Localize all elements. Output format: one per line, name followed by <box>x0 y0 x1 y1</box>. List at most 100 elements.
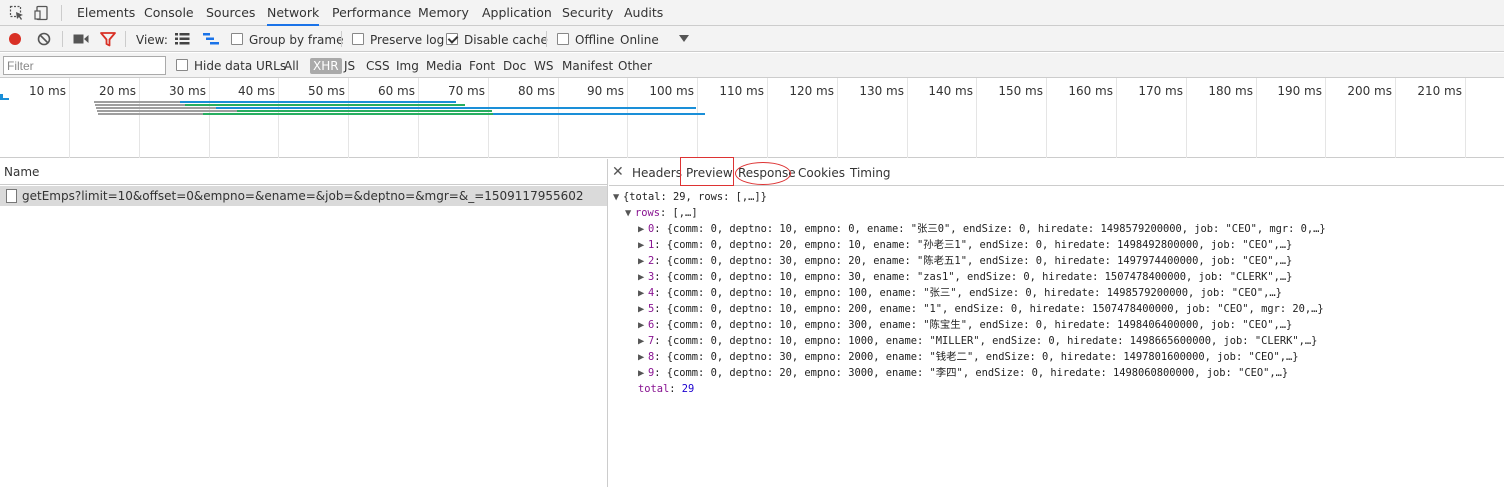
json-row-node[interactable]: ▶ 0: {comm: 0, deptno: 10, empno: 0, enam… <box>638 221 1326 237</box>
collapsed-triangle-icon: ▶ <box>638 303 645 315</box>
timeline-gridline <box>837 78 838 158</box>
json-row-node[interactable]: ▶ 4: {comm: 0, deptno: 10, empno: 100, en… <box>638 285 1282 301</box>
tab-memory[interactable]: Memory <box>418 0 469 26</box>
name-column-header[interactable]: Name <box>0 159 607 185</box>
row-value: {comm: 0, deptno: 10, empno: 1000, ename… <box>666 335 1318 347</box>
timeline-tick-label: 130 ms <box>859 84 904 98</box>
row-colon: : <box>654 271 667 283</box>
timeline-bar <box>96 107 216 109</box>
filter-input[interactable] <box>3 56 166 75</box>
tabbar-separator <box>61 5 62 21</box>
filter-type-media[interactable]: Media <box>426 58 462 74</box>
toolbar-separator <box>125 31 126 47</box>
disable-cache-checkbox[interactable] <box>446 33 458 45</box>
total-key: total <box>638 383 670 395</box>
row-colon: : <box>654 367 667 379</box>
filter-type-all[interactable]: All <box>284 58 299 74</box>
filter-type-js[interactable]: JS <box>344 58 355 74</box>
timeline-tick-label: 140 ms <box>928 84 973 98</box>
request-detail-panel: ✕ Headers Preview Response Cookies Timing ▼{… <box>609 157 1504 487</box>
filter-type-xhr[interactable]: XHR <box>310 58 342 74</box>
timeline-gridline <box>69 78 70 158</box>
expanded-triangle-icon: ▼ <box>613 191 620 203</box>
view-label: View: <box>136 33 168 47</box>
tab-security[interactable]: Security <box>562 0 613 26</box>
row-colon: : <box>654 351 667 363</box>
timeline-bar <box>0 98 9 100</box>
timeline-gridline <box>976 78 977 158</box>
tab-sources[interactable]: Sources <box>206 0 255 26</box>
timeline-bar <box>493 113 705 115</box>
tab-application[interactable]: Application <box>482 0 552 26</box>
camera-icon[interactable] <box>73 33 89 45</box>
filter-type-other[interactable]: Other <box>618 58 652 74</box>
timeline-bar <box>237 110 492 112</box>
group-by-frame-label: Group by frame <box>249 33 344 47</box>
filter-icon[interactable] <box>100 32 116 47</box>
json-row-node[interactable]: ▶ 8: {comm: 0, deptno: 30, empno: 2000, e… <box>638 349 1299 365</box>
timeline-gridline <box>1465 78 1466 158</box>
filter-type-ws[interactable]: WS <box>534 58 553 74</box>
tab-elements[interactable]: Elements <box>77 0 135 26</box>
json-row-node[interactable]: ▶ 6: {comm: 0, deptno: 10, empno: 300, en… <box>638 317 1292 333</box>
detail-tabbar: ✕ Headers Preview Response Cookies Timing <box>609 157 1504 186</box>
detail-tab-cookies[interactable]: Cookies <box>798 159 845 186</box>
json-row-node[interactable]: ▶ 2: {comm: 0, deptno: 30, empno: 20, ena… <box>638 253 1292 269</box>
timeline-tick-label: 80 ms <box>517 84 555 98</box>
throttle-select[interactable]: Online <box>620 33 659 47</box>
collapsed-triangle-icon: ▶ <box>638 239 645 251</box>
detail-tab-headers[interactable]: Headers <box>632 159 682 186</box>
tab-performance[interactable]: Performance <box>332 0 411 26</box>
preserve-log-checkbox[interactable] <box>352 33 364 45</box>
filter-type-font[interactable]: Font <box>469 58 495 74</box>
row-value: {comm: 0, deptno: 30, empno: 2000, ename… <box>666 351 1299 363</box>
filter-type-manifest[interactable]: Manifest <box>562 58 613 74</box>
timeline-gridline <box>907 78 908 158</box>
detail-tab-timing[interactable]: Timing <box>850 159 891 186</box>
json-rows-node[interactable]: ▼ rows: [,…] <box>625 205 698 221</box>
row-value: {comm: 0, deptno: 10, empno: 100, ename:… <box>666 287 1282 299</box>
json-row-node[interactable]: ▶ 7: {comm: 0, deptno: 10, empno: 1000, e… <box>638 333 1317 349</box>
preserve-log-label: Preserve log <box>370 33 445 47</box>
dropdown-arrow-icon[interactable] <box>679 35 689 42</box>
tab-console[interactable]: Console <box>144 0 194 26</box>
clear-icon[interactable] <box>37 32 51 46</box>
row-colon: : <box>654 303 667 315</box>
json-row-node[interactable]: ▶ 5: {comm: 0, deptno: 10, empno: 200, en… <box>638 301 1324 317</box>
request-row[interactable]: getEmps?limit=10&offset=0&empno=&ename=&… <box>0 186 607 206</box>
timeline-tick-label: 30 ms <box>168 84 206 98</box>
overview-timeline[interactable]: 10 ms 20 ms 30 ms 40 ms 50 ms 60 ms 70 ms 80 ms… <box>0 78 1504 180</box>
record-icon[interactable] <box>8 32 22 46</box>
filter-type-doc[interactable]: Doc <box>503 58 526 74</box>
toolbar-separator <box>341 31 342 47</box>
list-view-icon[interactable] <box>175 33 190 45</box>
collapsed-triangle-icon: ▶ <box>638 287 645 299</box>
timeline-tick-label: 150 ms <box>998 84 1043 98</box>
group-by-frame-checkbox[interactable] <box>231 33 243 45</box>
filter-type-css[interactable]: CSS <box>366 58 390 74</box>
timeline-gridline <box>1046 78 1047 158</box>
response-annotation-oval <box>735 162 791 185</box>
request-name: getEmps?limit=10&offset=0&empno=&ename=&… <box>22 189 584 203</box>
timeline-bar <box>98 113 203 115</box>
json-root[interactable]: ▼ {total: 29, rows: [,…]} <box>613 189 767 205</box>
json-row-node[interactable]: ▶ 9: {comm: 0, deptno: 20, empno: 3000, e… <box>638 365 1288 381</box>
close-icon[interactable]: ✕ <box>612 159 624 186</box>
hide-data-urls-checkbox[interactable] <box>176 59 188 71</box>
row-value: {comm: 0, deptno: 10, empno: 200, ename:… <box>666 303 1324 315</box>
timeline-gridline <box>627 78 628 158</box>
json-row-node[interactable]: ▶ 3: {comm: 0, deptno: 10, empno: 30, ena… <box>638 269 1292 285</box>
inspect-icon[interactable] <box>9 5 25 21</box>
row-colon: : <box>654 239 667 251</box>
waterfall-view-icon[interactable] <box>203 33 219 45</box>
json-row-node[interactable]: ▶ 1: {comm: 0, deptno: 20, empno: 10, ena… <box>638 237 1292 253</box>
timeline-tick-label: 210 ms <box>1417 84 1462 98</box>
device-icon[interactable] <box>34 5 50 21</box>
offline-checkbox[interactable] <box>557 33 569 45</box>
tab-audits[interactable]: Audits <box>624 0 663 26</box>
tab-network[interactable]: Network <box>267 0 320 26</box>
collapsed-triangle-icon: ▶ <box>638 319 645 331</box>
timeline-tick-label: 110 ms <box>719 84 764 98</box>
filter-type-img[interactable]: Img <box>396 58 419 74</box>
timeline-gridline <box>1256 78 1257 158</box>
